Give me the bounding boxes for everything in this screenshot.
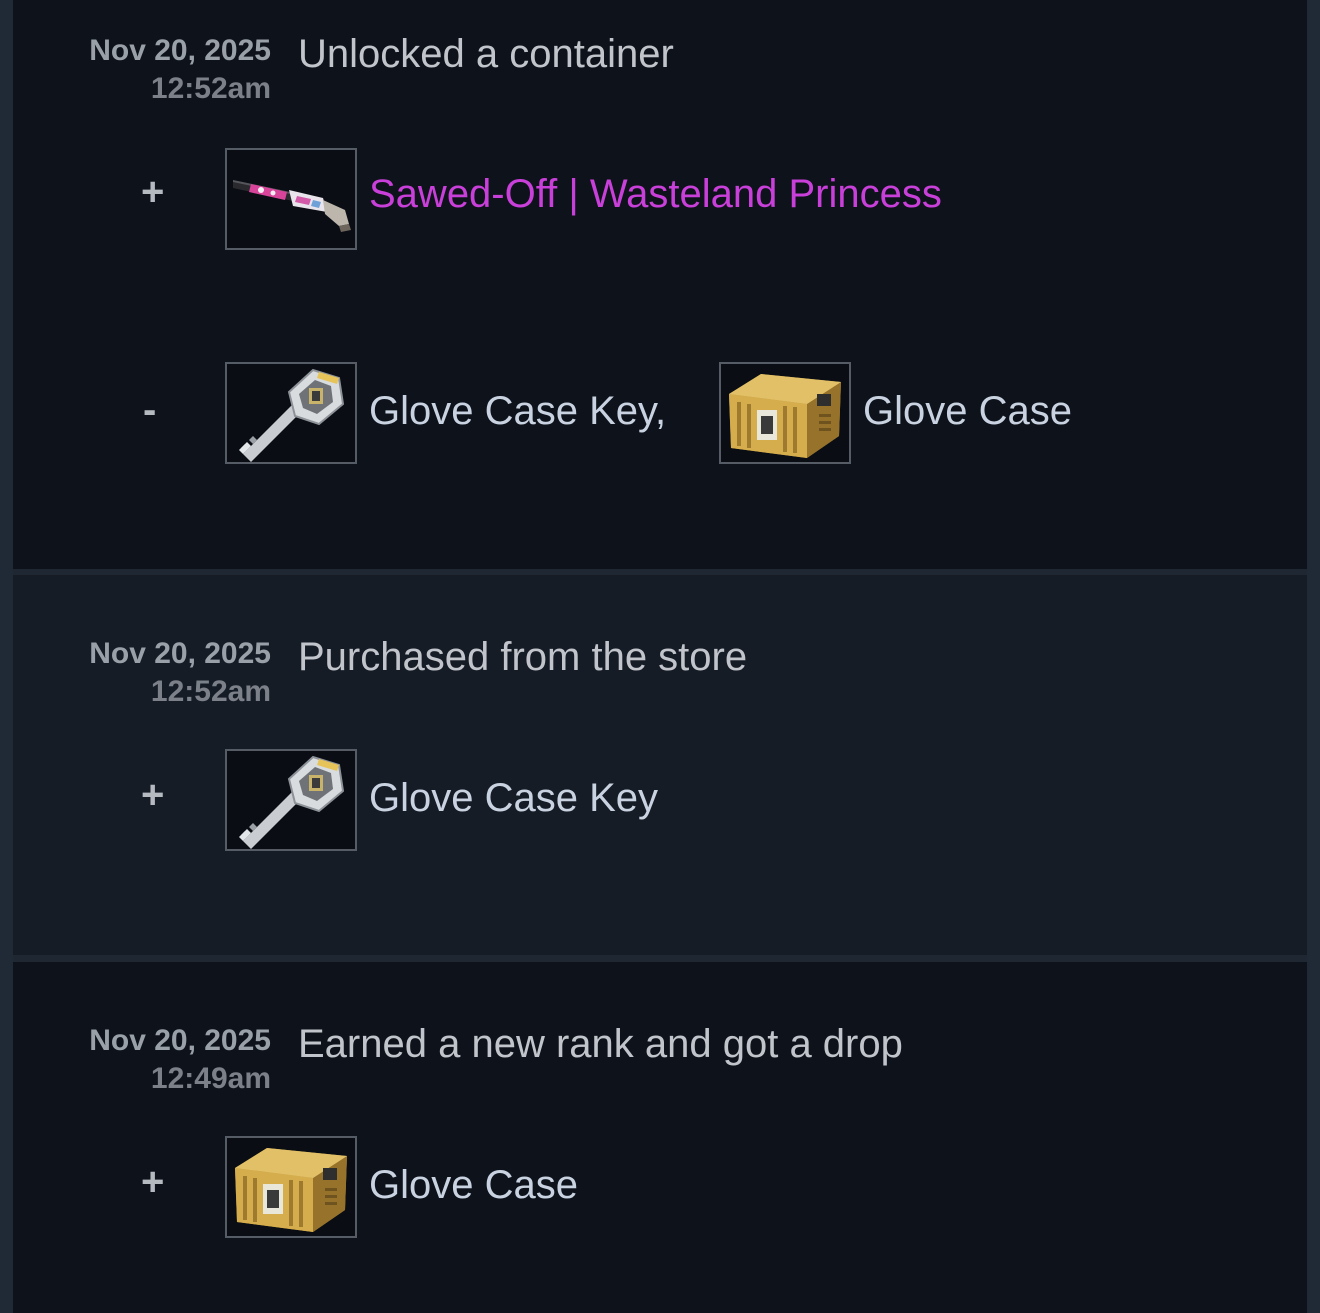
- item-name-link[interactable]: Glove Case Key: [369, 773, 658, 823]
- gained-sign: +: [141, 170, 165, 214]
- frame-right-border: [1307, 0, 1320, 1313]
- history-entry: Nov 20, 2025 12:52am Purchased from the …: [13, 575, 1307, 955]
- entry-time: 12:49am: [150, 1062, 271, 1095]
- item-thumbnail[interactable]: [719, 362, 851, 464]
- glove-case-icon: [227, 1138, 355, 1236]
- item-thumbnail[interactable]: [225, 362, 357, 464]
- item-name-link[interactable]: Sawed-Off | Wasteland Princess: [369, 169, 942, 219]
- entry-date: Nov 20, 2025: [89, 1024, 271, 1057]
- entry-timestamp: Nov 20, 2025 12:49am: [13, 1022, 271, 1098]
- glove-case-key-icon: [227, 751, 355, 849]
- item-thumbnail[interactable]: [225, 1136, 357, 1238]
- item-name-link[interactable]: Glove Case: [863, 386, 1072, 436]
- item-thumbnail[interactable]: [225, 148, 357, 250]
- item-name-link[interactable]: Glove Case Key,: [369, 386, 666, 436]
- gained-sign: +: [141, 773, 165, 817]
- glove-case-key-icon: [227, 364, 355, 462]
- gained-sign: +: [141, 1160, 165, 1204]
- entry-description: Earned a new rank and got a drop: [298, 1022, 903, 1066]
- entry-description: Purchased from the store: [298, 635, 748, 679]
- entry-timestamp: Nov 20, 2025 12:52am: [13, 635, 271, 711]
- history-entry: Nov 20, 2025 12:52am Unlocked a containe…: [13, 0, 1307, 569]
- entry-date: Nov 20, 2025: [89, 34, 271, 67]
- glove-case-icon: [721, 364, 849, 462]
- history-entry: Nov 20, 2025 12:49am Earned a new rank a…: [13, 962, 1307, 1313]
- entry-timestamp: Nov 20, 2025 12:52am: [13, 32, 271, 108]
- lost-sign: -: [143, 388, 157, 432]
- item-name-link[interactable]: Glove Case: [369, 1160, 578, 1210]
- entry-time: 12:52am: [150, 675, 271, 708]
- entry-description: Unlocked a container: [298, 32, 674, 76]
- entry-time: 12:52am: [150, 72, 271, 105]
- sawed-off-shotgun-icon: [227, 150, 355, 248]
- item-thumbnail[interactable]: [225, 749, 357, 851]
- entry-date: Nov 20, 2025: [89, 637, 271, 670]
- frame-left-border: [0, 0, 13, 1313]
